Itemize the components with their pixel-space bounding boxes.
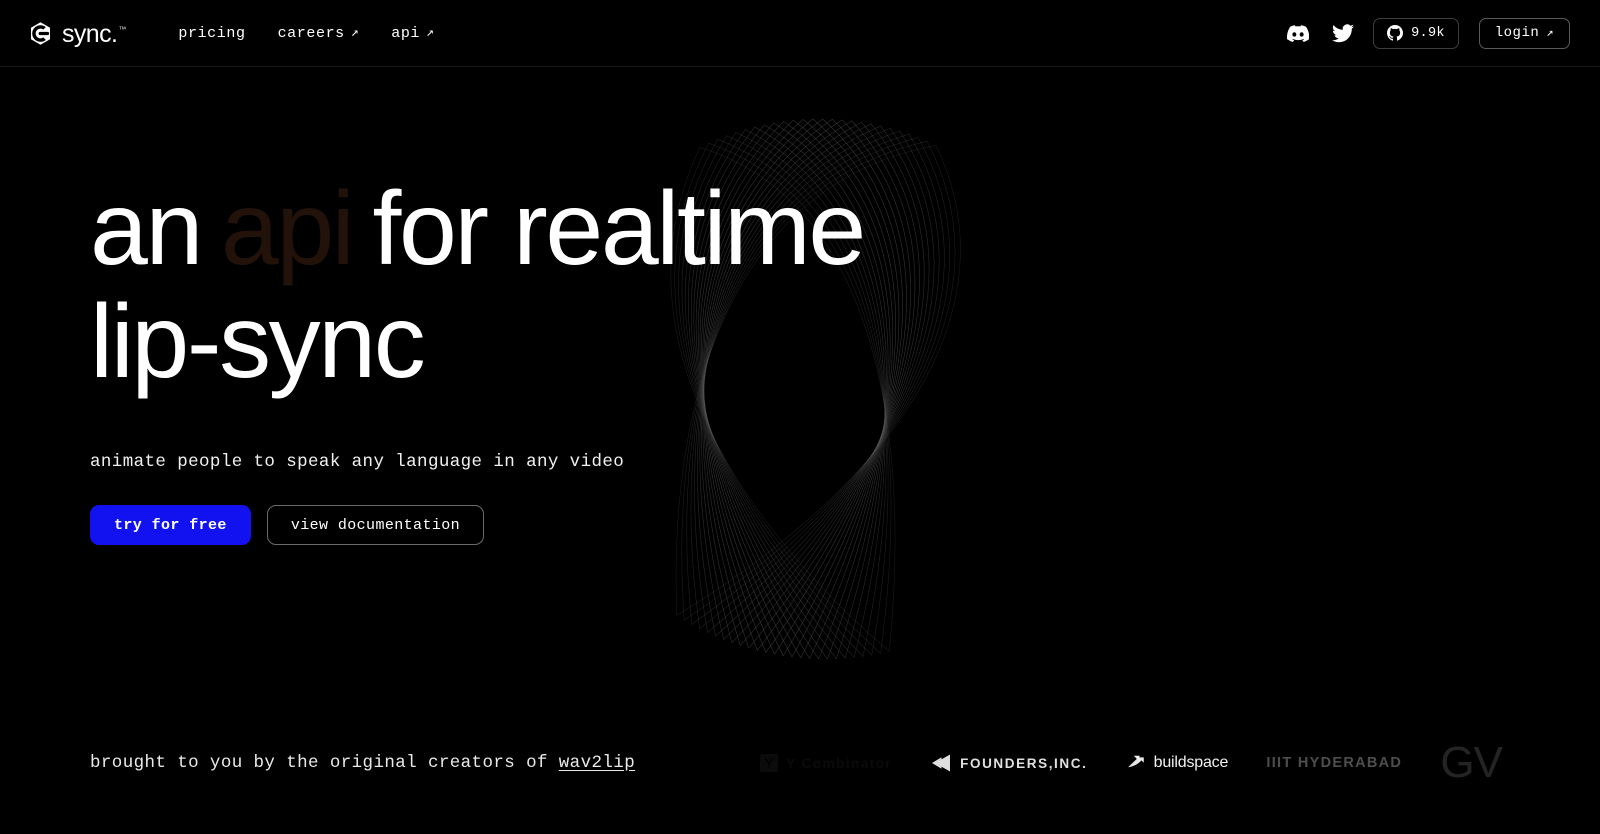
yc-square-icon	[760, 754, 778, 772]
external-link-arrow-icon: ↗	[1546, 25, 1554, 40]
github-icon	[1387, 25, 1404, 41]
sync-hex-logo-icon	[28, 21, 53, 46]
external-link-arrow-icon: ↗	[426, 24, 435, 40]
external-link-arrow-icon: ↗	[350, 24, 360, 40]
navbar-actions: 9.9k login ↗	[1283, 17, 1570, 49]
partner-buildspace-label: buildspace	[1153, 754, 1229, 771]
buildspace-arrow-icon	[1126, 754, 1146, 772]
brand-wordmark: sync.™	[62, 19, 127, 48]
partner-ycombinator: Y Combinator	[760, 754, 892, 772]
page-headline: an api for realtime lip-sync	[90, 173, 1070, 399]
brand-trademark: ™	[118, 25, 127, 35]
brand-logo-link[interactable]: sync.™	[28, 21, 126, 46]
partner-google-ventures-label: GV	[1440, 738, 1503, 787]
nav-link-api-label: api	[391, 24, 421, 42]
twitter-icon[interactable]	[1328, 18, 1358, 48]
wav2lip-link[interactable]: wav2lip	[559, 753, 635, 773]
partner-buildspace: buildspace	[1126, 754, 1229, 772]
partner-ycombinator-label: Y Combinator	[786, 755, 892, 771]
partner-logo-rail: Y Combinator FOUNDERS,INC.	[760, 741, 1520, 785]
partner-founders-inc: FOUNDERS,INC.	[930, 753, 1087, 773]
founders-chevron-icon	[930, 753, 952, 773]
headline-part-2: for realtime	[372, 171, 866, 287]
headline-accent-word: api	[220, 171, 355, 287]
wav2lip-credit: brought to you by the original creators …	[90, 753, 635, 773]
hero-section: an api for realtime lip-sync animate peopl…	[0, 67, 1600, 834]
login-button-label: login	[1494, 25, 1540, 41]
nav-link-pricing-label: pricing	[178, 24, 246, 42]
try-for-free-button[interactable]: try for free	[90, 505, 251, 545]
headline-part-1: an	[90, 171, 203, 287]
top-navbar: sync.™ pricing careers ↗ api ↗ 9.9k logi…	[0, 0, 1600, 67]
view-documentation-button[interactable]: view documentation	[266, 505, 485, 545]
partner-iiit-hyderabad-label: IIIT HYDERABAD	[1266, 755, 1403, 771]
discord-icon[interactable]	[1283, 18, 1313, 48]
partner-founders-inc-label: FOUNDERS,INC.	[960, 755, 1088, 771]
nav-link-careers[interactable]: careers ↗	[262, 17, 376, 50]
github-stars-button[interactable]: 9.9k	[1373, 17, 1459, 49]
partner-google-ventures: GV	[1440, 738, 1503, 787]
hero-subtitle: animate people to speak any language in …	[90, 452, 625, 472]
login-button[interactable]: login ↗	[1478, 17, 1570, 49]
primary-nav: pricing careers ↗ api ↗	[162, 17, 450, 50]
github-star-count: 9.9k	[1411, 25, 1445, 41]
partner-iiit-hyderabad: IIIT HYDERABAD	[1266, 755, 1402, 771]
hero-content: an api for realtime lip-sync animate peopl…	[0, 67, 1600, 545]
hero-footer-strip: brought to you by the original creators …	[0, 740, 1600, 786]
nav-link-api[interactable]: api ↗	[375, 17, 450, 50]
credit-prefix-text: brought to you by the original creators …	[90, 753, 559, 773]
nav-link-careers-label: careers	[277, 24, 345, 42]
nav-link-pricing[interactable]: pricing	[162, 17, 261, 50]
hero-cta-row: try for free view documentation	[90, 505, 1600, 545]
headline-line-2: lip-sync	[90, 284, 426, 400]
